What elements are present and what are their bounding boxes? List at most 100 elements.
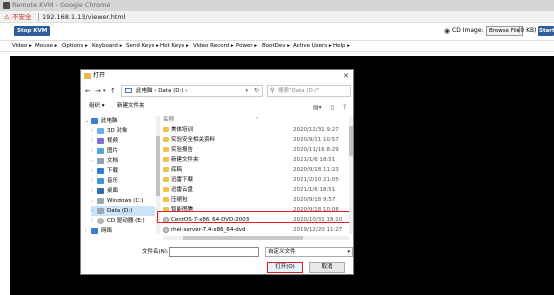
file-list-scrollbar-thumb[interactable] <box>349 126 353 156</box>
organize-button[interactable]: 组织 ▾ <box>89 101 105 112</box>
drive-icon <box>97 197 104 204</box>
tree-item-network[interactable]: › 网络 <box>85 226 112 236</box>
file-row[interactable]: 迅雷下载 2021/2/10 21:05 <box>163 175 351 185</box>
stop-kvm-button[interactable]: Stop KVM <box>14 26 51 36</box>
tree-scrollbar-thumb[interactable] <box>156 136 160 196</box>
back-arrow-icon[interactable]: ← <box>85 86 91 96</box>
search-input[interactable]: ⚲ 搜索"Data (D:)" <box>267 85 351 97</box>
file-row[interactable]: 实验报告 2020/11/16 8:29 <box>163 145 351 155</box>
menu-keyboard[interactable]: Keyboard ▸ <box>92 42 122 51</box>
navigation-row: ← → ▾ ↑ 此电脑 › Data (D:) › ▾ ↻ ⚲ 搜索"Data … <box>81 84 353 98</box>
menu-bootdev[interactable]: BootDev ▸ <box>262 42 290 51</box>
tree-item-music[interactable]: › 音乐 <box>91 176 118 186</box>
address-path[interactable]: 此电脑 › Data (D:) › ▾ ↻ <box>121 85 263 97</box>
download-icon <box>97 167 104 174</box>
file-row[interactable]: 底稿 2020/9/18 11:23 <box>163 165 351 175</box>
tree-item-video[interactable]: › 视频 <box>91 136 118 146</box>
network-icon <box>91 227 98 234</box>
tree-item-pictures[interactable]: › 图片 <box>91 146 118 156</box>
folder-icon <box>163 167 169 172</box>
tree-item-desktop[interactable]: › 桌面 <box>91 186 118 196</box>
cancel-button[interactable]: 取消 <box>309 262 345 273</box>
menu-mouse[interactable]: Mouse ▸ <box>35 42 57 51</box>
horizontal-scrollbar[interactable] <box>163 236 349 240</box>
path-dropdown-icon[interactable]: ▾ <box>245 86 248 96</box>
menu-hot-keys[interactable]: Hot Keys ▸ <box>160 42 189 51</box>
drive-icon <box>97 207 104 214</box>
file-type-filter[interactable]: 自定义文件 ▾ <box>265 247 353 257</box>
view-options-icon[interactable]: ▤▾ <box>313 102 322 113</box>
new-folder-button[interactable]: 新建文件夹 <box>117 101 145 112</box>
dialog-title-bar: 打开 <box>81 70 353 82</box>
menu-help[interactable]: Help ▸ <box>333 42 350 51</box>
close-icon[interactable]: ✕ <box>343 70 349 82</box>
url-text[interactable]: 192.168.1.13/viewer.html <box>42 11 126 23</box>
folder-icon <box>163 127 169 132</box>
pictures-icon <box>97 147 104 154</box>
search-placeholder: 搜索"Data (D:)" <box>278 88 320 94</box>
menu-options[interactable]: Options ▸ <box>62 42 88 51</box>
selection-highlight <box>157 211 353 223</box>
up-arrow-icon[interactable]: ↑ <box>110 86 116 96</box>
folder-icon <box>163 147 169 152</box>
open-button[interactable]: 打开(O) <box>267 262 303 273</box>
file-row-rhel-iso[interactable]: rhel-server-7.4-x86_64-dvd 2019/12/20 11:… <box>163 225 351 235</box>
warning-icon: ⚠ <box>4 13 10 21</box>
video-icon <box>97 137 104 144</box>
tree-item-3d-objects[interactable]: › 3D 对象 <box>91 126 127 136</box>
address-separator <box>38 13 39 21</box>
computer-icon <box>91 117 98 124</box>
menu-video-record[interactable]: Video Record ▸ <box>193 42 234 51</box>
tree-item-this-pc[interactable]: ⌄ 此电脑 <box>85 116 118 126</box>
filename-input[interactable] <box>169 247 259 257</box>
forward-arrow-icon[interactable]: → <box>95 86 101 96</box>
folder-icon <box>84 73 91 79</box>
3d-objects-icon <box>97 127 104 134</box>
address-bar[interactable]: ⚠ 不安全 192.168.1.13/viewer.html <box>0 11 554 23</box>
help-icon[interactable]: ? <box>343 102 346 113</box>
filename-label: 文件名(N): <box>142 249 169 255</box>
window-title: Remote KVM - Google Chrome <box>12 1 111 9</box>
disc-image-icon <box>163 227 169 233</box>
computer-icon <box>125 88 132 93</box>
desktop-icon <box>97 187 104 194</box>
refresh-icon[interactable]: ↻ <box>254 86 259 96</box>
dialog-title: 打开 <box>93 72 106 79</box>
kvm-menu-bar: Video ▸ Mouse ▸ Options ▸ Keyboard ▸ Sen… <box>0 40 554 52</box>
file-row[interactable]: 压缩包 2020/9/18 9:57 <box>163 195 351 205</box>
tree-item-cd-drive-e[interactable]: › CD 驱动器 (E:) <box>91 216 145 226</box>
open-file-dialog: 打开 ✕ ← → ▾ ↑ 此电脑 › Data (D:) › ▾ ↻ ⚲ 搜索"… <box>80 69 354 275</box>
chevron-down-icon: ▾ <box>347 249 350 255</box>
music-icon <box>97 177 104 184</box>
preview-pane-icon[interactable]: ▯ <box>331 102 334 113</box>
file-size-label: (0 KB) <box>518 27 537 34</box>
file-row[interactable]: 实验安全相关资料 2020/9/11 10:57 <box>163 135 351 145</box>
recent-dropdown-icon[interactable]: ▾ <box>103 86 106 96</box>
cd-image-label: CD Image: <box>452 27 484 34</box>
menu-send-keys[interactable]: Send Keys ▸ <box>126 42 159 51</box>
column-header-name[interactable]: 名称 ^ <box>163 116 351 125</box>
folder-icon <box>163 187 169 192</box>
security-warning[interactable]: 不安全 <box>12 11 32 23</box>
start-button[interactable]: Start <box>538 26 554 36</box>
file-list-scrollbar[interactable] <box>349 116 353 234</box>
tree-item-data-d[interactable]: › Data (D:) <box>91 206 155 216</box>
menu-power[interactable]: Power ▸ <box>236 42 257 51</box>
menu-video[interactable]: Video ▸ <box>12 42 32 51</box>
tree-item-documents[interactable]: › 文档 <box>91 156 118 166</box>
file-row[interactable]: 新建文件夹 2021/1/6 18:51 <box>163 155 351 165</box>
search-icon: ⚲ <box>270 87 275 94</box>
cd-icon: ◉ <box>444 27 451 35</box>
favicon-icon <box>3 2 10 9</box>
file-row[interactable]: 迅雷云盘 2021/1/6 18:51 <box>163 185 351 195</box>
action-row: 组织 ▾ 新建文件夹 ▤▾ ▯ ? <box>81 101 353 112</box>
tree-item-downloads[interactable]: › 下载 <box>91 166 118 176</box>
path-text: 此电脑 › Data (D:) › <box>136 88 188 94</box>
browser-title-bar: Remote KVM - Google Chrome <box>0 0 554 11</box>
navigation-tree: ⌄ 此电脑 › 3D 对象 › 视频 › 图片 › 文档 › 下载 › 音乐 › 桌面 › Win… <box>81 116 161 236</box>
file-row[interactable]: 美体培训 2020/12/31 9:27 <box>163 125 351 135</box>
menu-active-users[interactable]: Active Users ▸ <box>293 42 332 51</box>
sort-arrow-icon: ^ <box>255 117 260 123</box>
tree-item-windows-c[interactable]: › Windows (C:) <box>91 196 143 206</box>
horizontal-scrollbar-thumb[interactable] <box>183 236 303 240</box>
